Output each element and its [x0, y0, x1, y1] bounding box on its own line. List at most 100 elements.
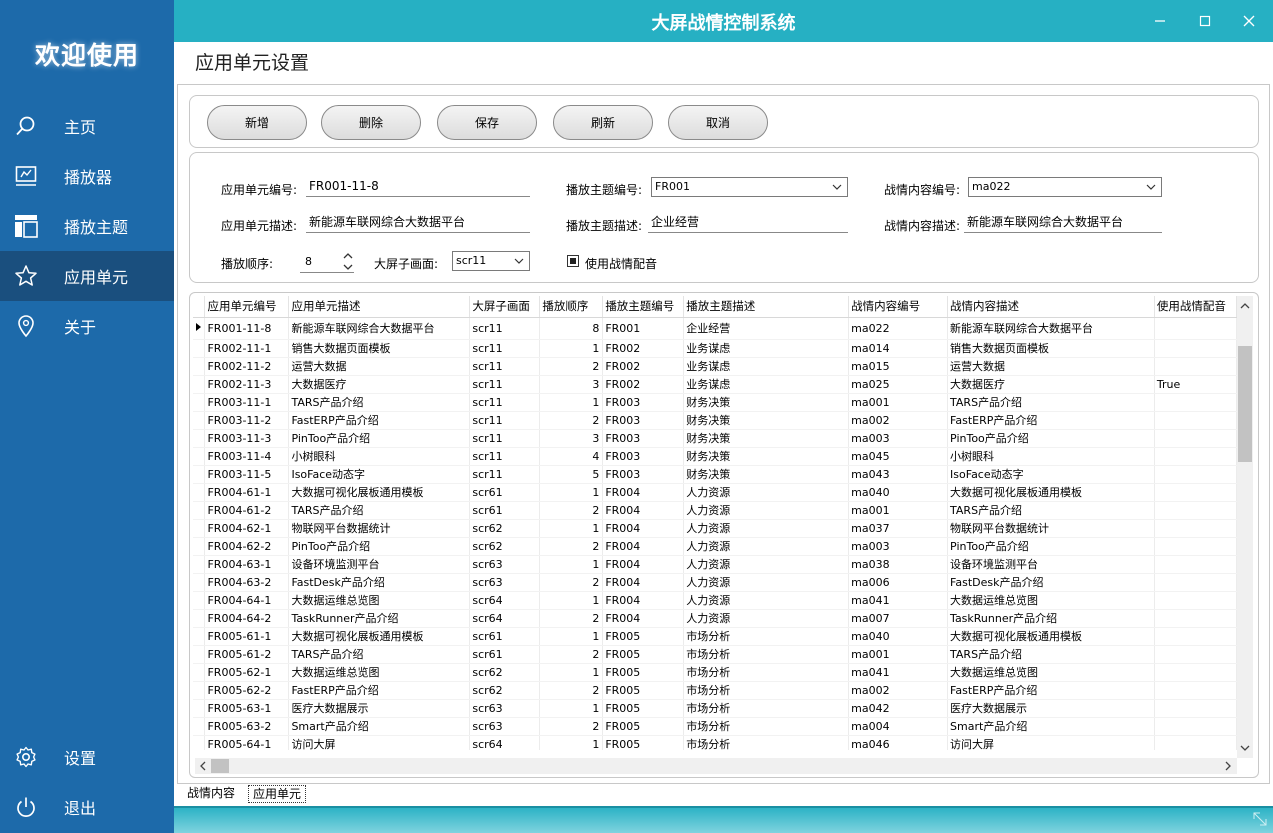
table-cell[interactable]: 人力资源 [683, 483, 850, 502]
table-cell[interactable]: FR004 [602, 591, 685, 610]
table-cell[interactable]: ma014 [848, 339, 949, 358]
table-cell[interactable] [1154, 411, 1237, 430]
table-row[interactable]: FR004-61-2 TARS产品介绍 scr61 2 FR004 人力资源 ma001 TA… [193, 501, 1237, 520]
sidebar-item-theme[interactable]: 播放主题 [0, 201, 174, 251]
table-cell[interactable]: ma042 [848, 699, 949, 718]
table-row[interactable]: FR004-64-2 TaskRunner产品介绍 scr64 2 FR004 人力资源 m… [193, 609, 1237, 628]
table-row[interactable]: FR004-62-1 物联网平台数据统计 scr62 1 FR004 人力资源 ma037 物… [193, 519, 1237, 538]
table-cell[interactable]: scr62 [469, 681, 541, 700]
table-cell[interactable]: 大数据运维总览图 [288, 663, 471, 682]
table-cell[interactable]: 市场分析 [683, 681, 850, 700]
table-cell[interactable]: scr11 [469, 375, 541, 394]
table-cell[interactable]: FR002 [602, 357, 685, 376]
table-cell[interactable]: FR004-63-2 [204, 573, 290, 592]
table-cell[interactable] [1154, 573, 1237, 592]
table-row[interactable]: FR004-63-2 FastDesk产品介绍 scr63 2 FR004 人力资源 ma0… [193, 573, 1237, 592]
table-cell[interactable] [1154, 591, 1237, 610]
table-row[interactable]: FR005-62-1 大数据运维总览图 scr62 1 FR005 市场分析 ma041 大数… [193, 663, 1237, 682]
table-cell[interactable]: ma043 [848, 465, 949, 484]
table-cell[interactable]: 2 [539, 573, 604, 592]
column-header[interactable]: 应用单元编号 [204, 296, 290, 318]
table-cell[interactable]: FR002-11-3 [204, 375, 290, 394]
table-cell[interactable]: 市场分析 [683, 663, 850, 682]
sidebar-item-app-unit[interactable]: 应用单元 [0, 251, 174, 301]
sidebar-item-player[interactable]: 播放器 [0, 151, 174, 201]
table-cell[interactable]: scr62 [469, 537, 541, 556]
table-cell[interactable]: FR003-11-2 [204, 411, 290, 430]
table-cell[interactable]: ma004 [848, 717, 949, 736]
table-cell[interactable]: scr64 [469, 735, 541, 750]
table-cell[interactable]: FR004 [602, 501, 685, 520]
maximize-icon[interactable] [1194, 10, 1216, 32]
table-cell[interactable]: FR005-63-1 [204, 699, 290, 718]
table-cell[interactable] [1154, 501, 1237, 520]
table-cell[interactable]: TARS产品介绍 [288, 645, 471, 664]
table-cell[interactable]: FastDesk产品介绍 [288, 573, 471, 592]
table-cell[interactable]: 医疗大数据展示 [288, 699, 471, 718]
table-cell[interactable]: FR004 [602, 483, 685, 502]
table-cell[interactable]: FR003-11-3 [204, 429, 290, 448]
horizontal-scrollbar[interactable] [195, 758, 1237, 774]
table-cell[interactable]: FR005 [602, 717, 685, 736]
sidebar-item-settings[interactable]: 设置 [0, 732, 174, 782]
table-cell[interactable]: 小树眼科 [947, 447, 1155, 466]
table-cell[interactable]: scr64 [469, 591, 541, 610]
table-cell[interactable]: ma037 [848, 519, 949, 538]
table-cell[interactable]: PinToo产品介绍 [288, 537, 471, 556]
table-cell[interactable]: FR002 [602, 339, 685, 358]
table-cell[interactable] [1154, 317, 1237, 340]
close-icon[interactable] [1238, 10, 1260, 32]
table-cell[interactable] [1154, 465, 1237, 484]
sidebar-item-home[interactable]: 主页 [0, 101, 174, 151]
table-cell[interactable]: PinToo产品介绍 [947, 537, 1155, 556]
table-cell[interactable]: FastERP产品介绍 [947, 681, 1155, 700]
table-row[interactable]: FR005-61-2 TARS产品介绍 scr61 2 FR005 市场分析 ma001 TA… [193, 645, 1237, 664]
table-cell[interactable]: 8 [539, 317, 604, 340]
table-cell[interactable]: ma003 [848, 537, 949, 556]
table-row[interactable]: FR003-11-5 IsoFace动态字 scr11 5 FR003 财务决策 ma043… [193, 465, 1237, 484]
table-cell[interactable]: 大数据可视化展板通用模板 [288, 483, 471, 502]
table-cell[interactable]: TARS产品介绍 [947, 645, 1155, 664]
table-cell[interactable]: scr11 [469, 465, 541, 484]
table-cell[interactable]: IsoFace动态字 [947, 465, 1155, 484]
column-header[interactable]: 战情内容编号 [848, 296, 949, 318]
table-cell[interactable]: Smart产品介绍 [947, 717, 1155, 736]
table-cell[interactable]: 业务谋虑 [683, 375, 850, 394]
content-desc-field[interactable]: 新能源车联网综合大数据平台 [964, 213, 1162, 233]
table-cell[interactable] [1154, 483, 1237, 502]
table-cell[interactable]: 1 [539, 627, 604, 646]
table-cell[interactable]: 2 [539, 717, 604, 736]
column-header[interactable]: 播放顺序 [539, 296, 604, 318]
table-cell[interactable]: 2 [539, 645, 604, 664]
table-cell[interactable]: 医疗大数据展示 [947, 699, 1155, 718]
table-cell[interactable]: ma038 [848, 555, 949, 574]
table-cell[interactable]: FR005 [602, 681, 685, 700]
table-cell[interactable] [1154, 429, 1237, 448]
table-row[interactable]: FR005-61-1 大数据可视化展板通用模板 scr61 1 FR005 市场分析 ma0… [193, 627, 1237, 646]
table-cell[interactable]: scr62 [469, 519, 541, 538]
table-cell[interactable]: scr63 [469, 717, 541, 736]
table-cell[interactable]: ma002 [848, 411, 949, 430]
table-cell[interactable]: scr63 [469, 573, 541, 592]
table-row[interactable]: FR005-64-1 访问大屏 scr64 1 FR005 市场分析 ma046 访问大屏 [193, 735, 1237, 750]
table-cell[interactable]: 人力资源 [683, 537, 850, 556]
table-cell[interactable]: 物联网平台数据统计 [947, 519, 1155, 538]
table-cell[interactable]: 1 [539, 663, 604, 682]
table-row[interactable]: FR001-11-8 新能源车联网综合大数据平台 scr11 8 FR001 企业经营 ma… [193, 317, 1237, 340]
table-cell[interactable]: 2 [539, 411, 604, 430]
table-cell[interactable]: 市场分析 [683, 627, 850, 646]
table-cell[interactable]: scr61 [469, 501, 541, 520]
table-cell[interactable]: 销售大数据页面模板 [947, 339, 1155, 358]
table-cell[interactable]: 4 [539, 447, 604, 466]
table-cell[interactable] [1154, 681, 1237, 700]
table-cell[interactable]: scr11 [469, 317, 541, 340]
table-cell[interactable]: FR004-61-2 [204, 501, 290, 520]
table-cell[interactable]: FR003 [602, 447, 685, 466]
chevron-left-icon[interactable] [197, 760, 209, 772]
table-cell[interactable]: 大数据医疗 [288, 375, 471, 394]
table-cell[interactable]: 5 [539, 465, 604, 484]
table-cell[interactable]: FR005 [602, 735, 685, 750]
table-cell[interactable] [1154, 735, 1237, 750]
tab-content[interactable]: 战情内容 [183, 785, 239, 803]
chevron-right-icon[interactable] [1222, 760, 1234, 772]
